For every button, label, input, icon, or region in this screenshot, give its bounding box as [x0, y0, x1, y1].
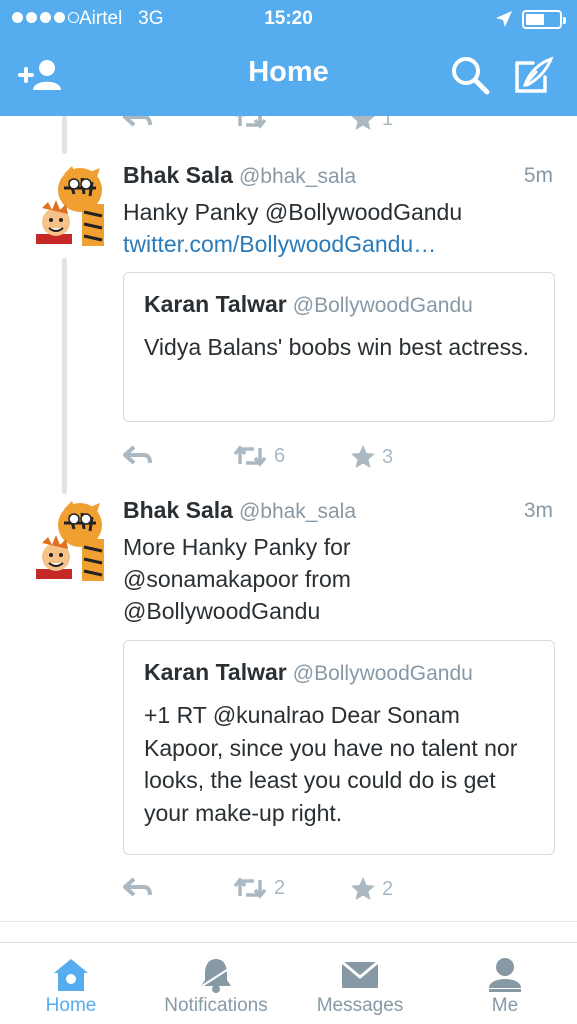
tweet-text: More Hanky Panky for @sonamakapoor from … [123, 534, 351, 624]
tweet-text: Hanky Panky @BollywoodGandu twitter.com/… [123, 196, 543, 260]
star-icon [351, 445, 375, 468]
tweet-actions: 1 [122, 116, 542, 136]
quoted-author: Karan Talwar @BollywoodGandu [144, 659, 473, 686]
tweet-author[interactable]: Bhak Sala @bhak_sala [123, 162, 356, 189]
battery-icon [522, 10, 566, 29]
quoted-author-name: Karan Talwar [144, 291, 287, 317]
location-arrow-icon [496, 11, 512, 27]
avatar[interactable] [34, 499, 110, 585]
envelope-icon [341, 960, 379, 988]
author-handle: @bhak_sala [238, 500, 357, 523]
favorite-button[interactable]: 3 [350, 444, 393, 470]
quoted-tweet[interactable]: Karan Talwar @BollywoodGandu Vidya Balans… [123, 272, 555, 422]
thread-connector [62, 258, 67, 494]
tab-bar: Home Notifications Messages Me [0, 942, 577, 1024]
retweet-button[interactable]: 2 [232, 876, 285, 900]
tab-messages-label: Messages [316, 995, 404, 1016]
tab-home[interactable]: Home [20, 955, 122, 1024]
retweet-count: 2 [274, 876, 286, 899]
status-bar: Airtel 3G 15:20 [0, 0, 577, 40]
favorite-count: 2 [382, 877, 394, 900]
tweet-link[interactable]: twitter.com/BollywoodGandu… [123, 228, 543, 260]
quoted-author-name: Karan Talwar [144, 659, 287, 685]
divider [0, 921, 577, 922]
author-name: Bhak Sala [123, 497, 233, 523]
thread-connector [62, 116, 67, 154]
clock: 15:20 [264, 8, 313, 29]
quoted-author-handle: @BollywoodGandu [292, 662, 473, 685]
quoted-tweet-text: Vidya Balans' boobs win best actress. [144, 334, 529, 360]
reply-icon [123, 116, 152, 127]
reply-button[interactable] [122, 876, 152, 898]
tweet-text-body: Hanky Panky @BollywoodGandu [123, 199, 463, 225]
tweet-timestamp: 5m [523, 164, 553, 187]
retweet-icon [233, 877, 267, 899]
favorite-count: 1 [382, 116, 394, 130]
quoted-tweet[interactable]: Karan Talwar @BollywoodGandu +1 RT @kunal… [123, 640, 555, 855]
compose-icon [515, 56, 554, 93]
tab-messages[interactable]: Messages [306, 955, 414, 1024]
retweet-button[interactable]: 6 [232, 444, 285, 468]
star-icon [351, 116, 375, 130]
reply-button[interactable] [122, 116, 152, 128]
timeline[interactable]: 1 Bhak Sala @bhak_sala 5m Hanky Panky @Bo… [0, 116, 577, 942]
tweet-timestamp: 3m [523, 499, 553, 522]
reply-icon [123, 877, 152, 897]
favorite-button[interactable]: 2 [350, 876, 393, 902]
search-button[interactable] [446, 52, 494, 98]
retweet-icon [233, 445, 267, 467]
person-icon [489, 958, 521, 992]
tweet-author[interactable]: Bhak Sala @bhak_sala [123, 497, 356, 524]
quoted-author-handle: @BollywoodGandu [292, 294, 473, 317]
retweet-button[interactable] [232, 116, 268, 130]
reply-icon [123, 445, 152, 465]
tweet-actions: 2 2 [122, 876, 542, 906]
top-bar: Airtel 3G 15:20 Home [0, 0, 577, 116]
home-icon [54, 959, 88, 991]
bell-icon [201, 959, 231, 993]
quoted-tweet-text: +1 RT @kunalrao Dear Sonam Kapoor, since… [144, 702, 518, 826]
tab-me-label: Me [491, 995, 519, 1016]
favorite-count: 3 [382, 445, 394, 468]
tab-notifications[interactable]: Notifications [152, 955, 280, 1024]
tab-me[interactable]: Me [464, 955, 546, 1024]
search-icon [452, 57, 490, 95]
tweet-actions: 6 3 [122, 444, 542, 474]
reply-button[interactable] [122, 444, 152, 466]
retweet-count: 6 [274, 444, 286, 467]
retweet-icon [235, 116, 267, 129]
quoted-author: Karan Talwar @BollywoodGandu [144, 291, 473, 318]
avatar[interactable] [34, 164, 110, 250]
tab-notifications-label: Notifications [164, 995, 268, 1016]
favorite-button[interactable]: 1 [350, 116, 393, 132]
author-name: Bhak Sala [123, 162, 233, 188]
compose-button[interactable] [510, 52, 558, 98]
tab-home-label: Home [45, 995, 97, 1016]
author-handle: @bhak_sala [238, 165, 357, 188]
star-icon [351, 877, 375, 900]
